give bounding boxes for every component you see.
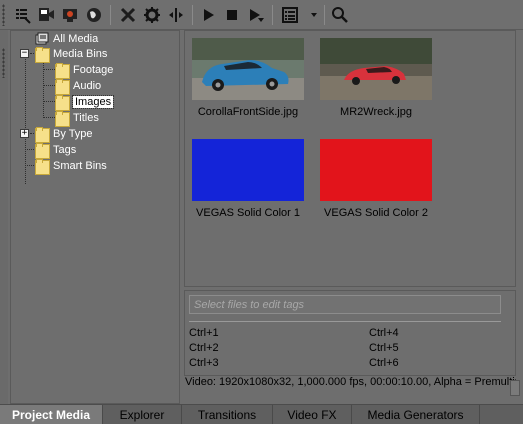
all-media-icon: [35, 32, 49, 46]
solid-color-2-thumbnail: [320, 139, 432, 201]
tab-explorer[interactable]: Explorer: [103, 405, 182, 424]
tag-shortcut[interactable]: Ctrl+4: [369, 327, 399, 339]
tag-shortcut[interactable]: Ctrl+3: [189, 357, 219, 369]
tree-item-label: All Media: [53, 33, 99, 45]
views-dropdown-icon[interactable]: [309, 4, 319, 26]
tree-item-label: Audio: [73, 80, 102, 92]
tree-item-label: Tags: [53, 144, 77, 156]
tab-video-fx[interactable]: Video FX: [273, 405, 352, 424]
tree-item-all-media[interactable]: All Media: [35, 31, 98, 47]
folder-icon: [55, 79, 70, 95]
tag-shortcut[interactable]: Ctrl+1: [189, 327, 219, 339]
tree-item-label: By Type: [53, 128, 93, 140]
toolbar-separator: [324, 5, 325, 25]
tree-item-label: Images: [71, 95, 115, 109]
remove-icon[interactable]: [118, 4, 138, 26]
tree-item-titles[interactable]: Titles: [55, 110, 99, 127]
folder-icon: [35, 159, 50, 175]
mr2wreck-thumbnail: [320, 38, 432, 100]
solid-color-1-thumbnail: [192, 139, 304, 201]
auto-preview-icon[interactable]: [246, 4, 266, 26]
tag-shortcut[interactable]: Ctrl+6: [369, 357, 399, 369]
folder-icon: [35, 143, 50, 159]
media-item-name: VEGAS Solid Color 2: [324, 207, 428, 219]
tree-item-images[interactable]: Images: [55, 94, 115, 111]
expand-by-type-button[interactable]: +: [20, 129, 29, 138]
media-item-name: MR2Wreck.jpg: [340, 106, 412, 118]
side-grip[interactable]: [0, 30, 8, 404]
toolbar-separator: [272, 5, 273, 25]
tree-item-audio[interactable]: Audio: [55, 78, 102, 95]
tree-item-label: Smart Bins: [53, 160, 107, 172]
tree-item-media-bins[interactable]: Media Bins: [35, 46, 108, 63]
views-icon[interactable]: [280, 4, 300, 26]
media-thumbnail-grid: CorollaFrontSide.jpg MR2Wreck.jpg VEGAS …: [184, 30, 516, 287]
window-tabs: Project Media Explorer Transitions Video…: [0, 404, 523, 424]
folder-icon: [35, 127, 50, 143]
tree-item-smart-bins[interactable]: Smart Bins: [35, 158, 107, 175]
tree-item-label: Footage: [73, 64, 114, 76]
toolbar-grip[interactable]: [2, 4, 5, 26]
folder-icon: [35, 47, 50, 63]
tag-shortcut[interactable]: Ctrl+5: [369, 342, 399, 354]
get-media-from-web-icon[interactable]: [84, 4, 104, 26]
toolbar-separator: [110, 5, 111, 25]
toolbar: [0, 0, 523, 30]
media-item-mr2wreck[interactable]: MR2Wreck.jpg: [320, 38, 432, 118]
folder-icon: [55, 111, 70, 127]
tree-item-by-type[interactable]: By Type: [35, 126, 93, 143]
tree-item-tags[interactable]: Tags: [35, 142, 77, 159]
media-item-solid-color-2[interactable]: VEGAS Solid Color 2: [320, 139, 432, 219]
media-item-name: CorollaFrontSide.jpg: [197, 106, 299, 118]
tags-panel: Select files to edit tags Ctrl+1 Ctrl+2 …: [184, 290, 516, 376]
tag-divider: [189, 321, 501, 322]
split-icon[interactable]: [166, 4, 186, 26]
media-properties-status: Video: 1920x1080x32, 1,000.000 fps, 00:0…: [185, 376, 516, 388]
get-photo-icon[interactable]: [60, 4, 80, 26]
tree-item-footage[interactable]: Footage: [55, 62, 114, 79]
tag-input[interactable]: Select files to edit tags: [189, 295, 501, 314]
media-item-solid-color-1[interactable]: VEGAS Solid Color 1: [192, 139, 304, 219]
tab-media-generators[interactable]: Media Generators: [352, 405, 480, 424]
media-fx-icon[interactable]: [142, 4, 162, 26]
folder-icon: [55, 95, 70, 111]
folder-icon: [55, 63, 70, 79]
import-media-icon[interactable]: [12, 4, 32, 26]
collapse-media-bins-button[interactable]: −: [20, 49, 29, 58]
tree-connector: [43, 101, 55, 102]
corolla-thumbnail: [192, 38, 304, 100]
tree-item-label: Titles: [73, 112, 99, 124]
tree-connector: [43, 69, 55, 70]
tab-transitions[interactable]: Transitions: [182, 405, 273, 424]
tree-connector: [43, 117, 55, 118]
tag-shortcut[interactable]: Ctrl+2: [189, 342, 219, 354]
tab-project-media[interactable]: Project Media: [0, 405, 103, 424]
tree-connector: [43, 85, 55, 86]
media-item-name: VEGAS Solid Color 1: [196, 207, 300, 219]
toolbar-separator: [192, 5, 193, 25]
play-icon[interactable]: [198, 4, 218, 26]
media-bins-tree: All Media − Media Bins Footage Audio Ima…: [10, 30, 180, 404]
status-scrollbar[interactable]: [510, 380, 520, 396]
capture-video-icon[interactable]: [36, 4, 56, 26]
stop-icon[interactable]: [222, 4, 242, 26]
search-icon[interactable]: [330, 4, 350, 26]
tree-item-label: Media Bins: [53, 48, 108, 60]
media-item-corolla[interactable]: CorollaFrontSide.jpg: [192, 38, 304, 118]
